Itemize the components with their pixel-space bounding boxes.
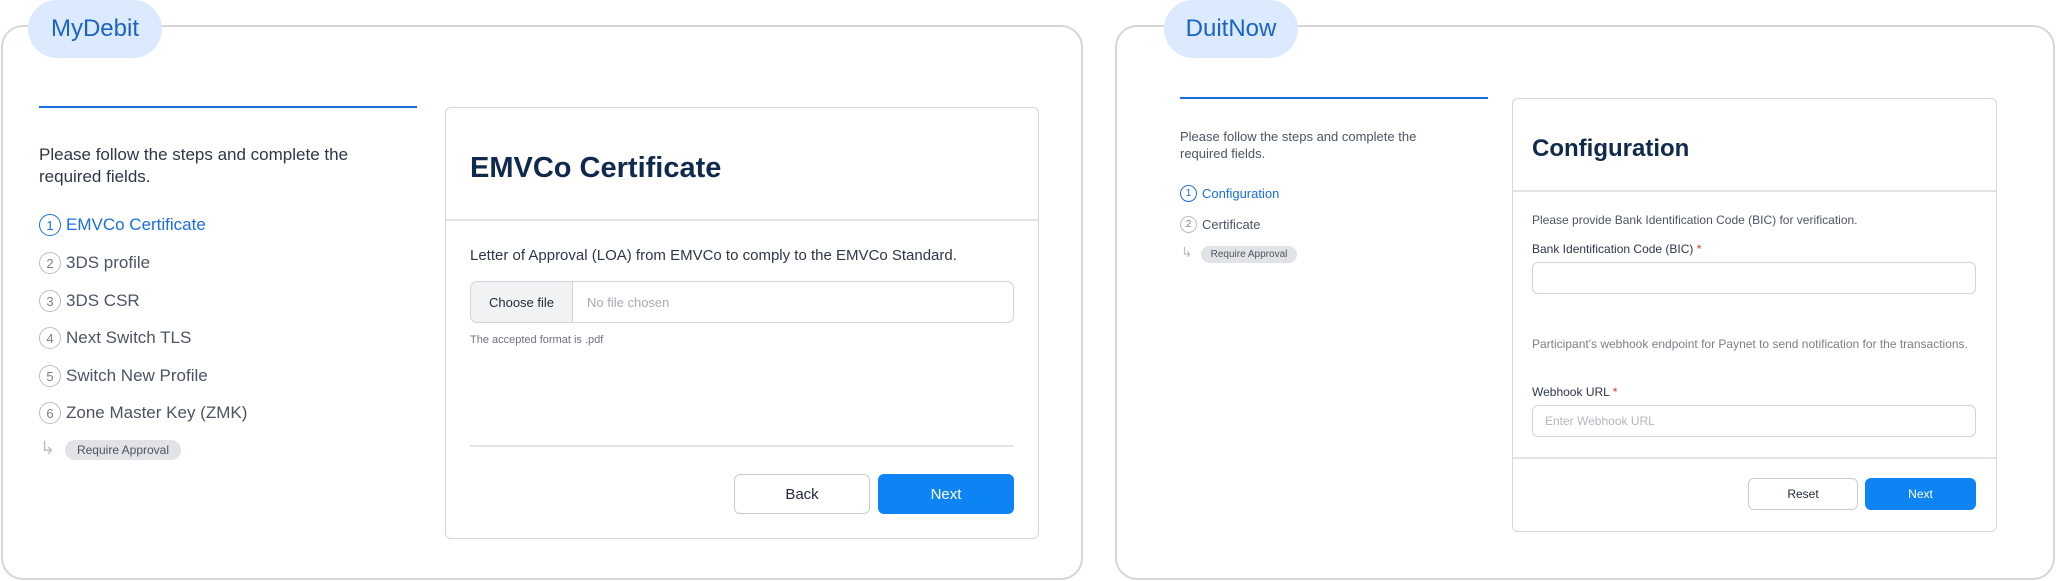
step-number-badge: 5 <box>39 365 61 387</box>
bic-input[interactable] <box>1532 262 1976 294</box>
mydebit-step-1[interactable]: 1 EMVCo Certificate <box>39 212 206 238</box>
webhook-url-input[interactable] <box>1532 405 1976 437</box>
mydebit-step-6[interactable]: 6 Zone Master Key (ZMK) <box>39 400 247 426</box>
card-header-divider <box>1513 190 1996 192</box>
card-header-divider <box>446 219 1038 221</box>
mydebit-step-4[interactable]: 4 Next Switch TLS <box>39 325 191 351</box>
bic-field-label: Bank Identification Code (BIC) * <box>1532 242 1701 256</box>
approval-arrow-icon: ↳ <box>40 438 56 458</box>
duitnow-step-2[interactable]: 2 Certificate <box>1180 214 1261 234</box>
bic-help-text: Please provide Bank Identification Code … <box>1532 213 1858 227</box>
step-number-badge: 4 <box>39 327 61 349</box>
mydebit-step-5[interactable]: 5 Switch New Profile <box>39 363 208 389</box>
file-upload-field[interactable]: Choose file No file chosen <box>470 281 1014 323</box>
mydebit-tab[interactable]: MyDebit <box>28 0 162 58</box>
card-footer-divider <box>1513 457 1996 459</box>
duitnow-intro-text: Please follow the steps and complete the… <box>1180 129 1417 161</box>
approval-arrow-icon: ↳ <box>1181 244 1193 260</box>
step-label: Certificate <box>1202 216 1261 232</box>
bic-label-text: Bank Identification Code (BIC) <box>1532 242 1694 256</box>
step-label: 3DS CSR <box>66 291 140 310</box>
require-approval-badge: Require Approval <box>1201 246 1297 263</box>
file-format-hint: The accepted format is .pdf <box>470 334 604 346</box>
required-asterisk: * <box>1612 385 1618 399</box>
card-description: Letter of Approval (LOA) from EMVCo to c… <box>470 247 957 264</box>
webhook-help-text: Participant's webhook endpoint for Payne… <box>1532 337 1968 351</box>
step-number-badge: 2 <box>1180 215 1197 233</box>
step-label: Switch New Profile <box>66 366 208 385</box>
reset-button[interactable]: Reset <box>1748 478 1858 510</box>
back-button[interactable]: Back <box>734 474 870 514</box>
next-button[interactable]: Next <box>878 474 1014 514</box>
mydebit-progress-line <box>39 106 417 108</box>
card-title: Configuration <box>1532 135 1690 162</box>
duitnow-tab[interactable]: DuitNow <box>1164 0 1298 58</box>
mydebit-intro-text: Please follow the steps and complete the… <box>39 145 349 186</box>
duitnow-progress-line <box>1180 97 1488 99</box>
step-number-badge: 1 <box>1180 184 1197 202</box>
choose-file-button[interactable]: Choose file <box>471 282 573 322</box>
configuration-card <box>1512 98 1997 532</box>
require-approval-badge: Require Approval <box>65 440 181 460</box>
file-status-text: No file chosen <box>587 294 670 310</box>
step-label: EMVCo Certificate <box>66 215 206 234</box>
webhook-label-text: Webhook URL <box>1532 385 1610 399</box>
step-number-badge: 6 <box>39 402 61 424</box>
card-footer-divider <box>470 445 1014 447</box>
step-label: Next Switch TLS <box>66 328 192 347</box>
mydebit-step-3[interactable]: 3 3DS CSR <box>39 288 140 314</box>
mydebit-step-2[interactable]: 2 3DS profile <box>39 250 150 276</box>
step-label: Zone Master Key (ZMK) <box>66 403 248 422</box>
card-title: EMVCo Certificate <box>470 152 722 184</box>
step-number-badge: 1 <box>39 214 61 236</box>
step-number-badge: 3 <box>39 290 61 312</box>
next-button[interactable]: Next <box>1865 478 1976 510</box>
step-label: Configuration <box>1202 185 1280 201</box>
webhook-field-label: Webhook URL * <box>1532 385 1617 399</box>
step-label: 3DS profile <box>66 253 151 272</box>
step-number-badge: 2 <box>39 252 61 274</box>
required-asterisk: * <box>1696 242 1702 256</box>
duitnow-step-1[interactable]: 1 Configuration <box>1180 183 1279 203</box>
